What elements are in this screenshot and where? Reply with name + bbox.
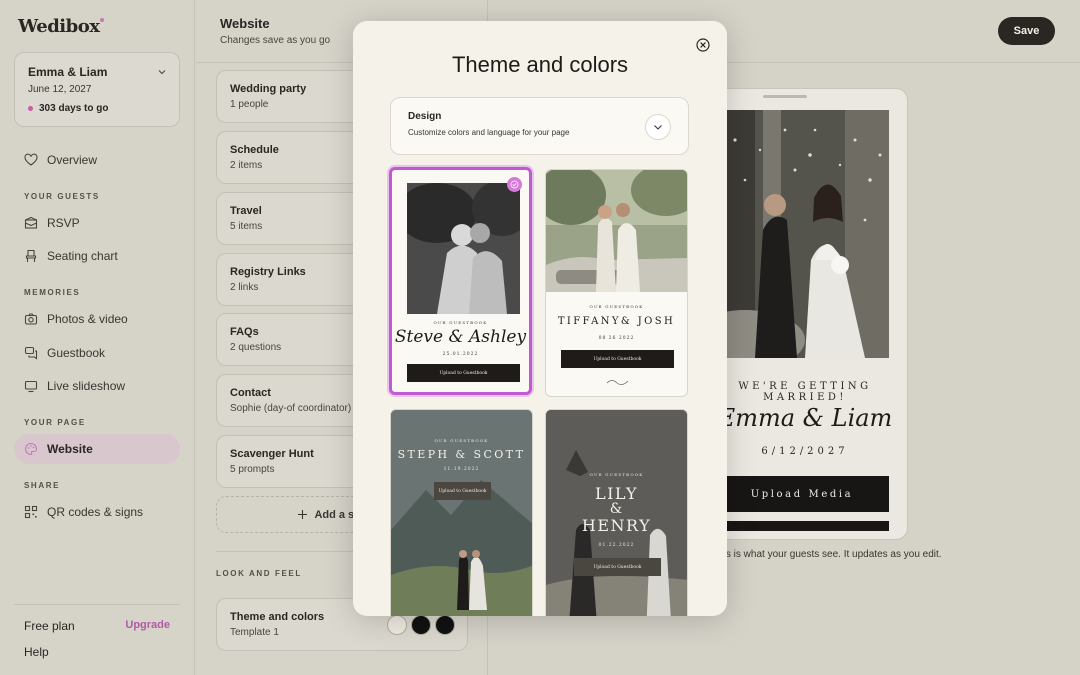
brand-logo[interactable]: Wedibox xyxy=(18,16,105,37)
sidebar: Wedibox Emma & Liam June 12, 2027 303 da… xyxy=(0,0,195,675)
sidebar-item-rsvp[interactable]: RSVP xyxy=(14,208,180,238)
palette-icon xyxy=(25,442,38,456)
template-card-2[interactable]: OUR GUESTBOOK TIFFANY& JOSH 08 26 2022 U… xyxy=(545,169,688,397)
template-photo xyxy=(407,183,520,314)
color-swatch[interactable] xyxy=(411,615,431,635)
preview-kicker: WE'RE GETTING MARRIED! xyxy=(738,381,872,403)
preview-second-button xyxy=(715,521,889,531)
theme-colors-modal: Theme and colors Design Customize colors… xyxy=(353,21,727,616)
phone-preview: WE'RE GETTING MARRIED! Emma & Liam 6/12/… xyxy=(700,88,908,540)
couple-car-image xyxy=(546,170,687,292)
page-title: Website xyxy=(220,16,270,31)
template-kicker: OUR GUESTBOOK xyxy=(434,438,489,443)
couple-bw-image xyxy=(407,183,520,314)
template-card-1[interactable]: OUR GUESTBOOK Steve & Ashley 25.01.2022 … xyxy=(389,167,532,395)
design-accordion[interactable]: Design Customize colors and language for… xyxy=(390,97,689,155)
sidebar-item-photos[interactable]: Photos & video xyxy=(14,304,180,334)
color-swatch[interactable] xyxy=(387,615,407,635)
preview-date: 6/12/2027 xyxy=(761,446,849,457)
help-link[interactable]: Help xyxy=(24,645,49,659)
status-dot-icon xyxy=(28,106,33,111)
color-swatch[interactable] xyxy=(435,615,455,635)
template-date: 11.19.2022 xyxy=(443,467,480,472)
template-names: STEPH & SCOTT xyxy=(397,448,526,461)
template-kicker: OUR GUESTBOOK xyxy=(589,472,644,477)
flourish-icon xyxy=(606,380,629,385)
sidebar-footer-divider xyxy=(14,604,180,605)
chair-icon xyxy=(25,249,37,262)
template-upload-button: Upload to Guestbook xyxy=(407,364,520,382)
upgrade-link[interactable]: Upgrade xyxy=(125,619,170,633)
logo-dot-icon xyxy=(100,18,105,22)
template-card-4[interactable]: OUR GUESTBOOK LILY & HENRY 01.22.2022 Up… xyxy=(545,409,688,616)
design-subtitle: Customize colors and language for your p… xyxy=(408,128,570,137)
event-date: June 12, 2027 xyxy=(28,84,92,95)
template-kicker: OUR GUESTBOOK xyxy=(589,304,644,309)
template-date: 08 26 2022 xyxy=(598,336,635,341)
template-date: 25.01.2022 xyxy=(442,352,479,357)
phone-notch xyxy=(763,95,807,98)
nav-section-guests: YOUR GUESTS xyxy=(24,192,100,201)
close-icon[interactable] xyxy=(696,38,710,52)
chevron-down-icon xyxy=(158,70,166,75)
sidebar-item-guestbook[interactable]: Guestbook xyxy=(14,338,180,368)
template-upload-button: Upload to Guestbook xyxy=(574,558,661,576)
template-names-ampersand: & xyxy=(609,501,624,517)
countdown: 303 days to go xyxy=(28,103,166,114)
camera-icon xyxy=(24,313,38,325)
couple-photo xyxy=(715,110,889,358)
plan-row: Free plan Upgrade xyxy=(24,619,170,633)
event-switcher[interactable]: Emma & Liam June 12, 2027 303 days to go xyxy=(14,52,180,127)
color-swatches xyxy=(387,615,455,635)
envelope-icon xyxy=(24,216,38,229)
sidebar-item-qr[interactable]: QR codes & signs xyxy=(14,497,180,527)
look-and-feel-label: LOOK AND FEEL xyxy=(216,569,302,578)
page-subtitle: Changes save as you go xyxy=(220,35,331,46)
sidebar-item-overview[interactable]: Overview xyxy=(14,145,180,175)
plus-icon xyxy=(298,510,308,519)
modal-title: Theme and colors xyxy=(451,52,629,77)
wedding-photo-image xyxy=(715,110,889,358)
expand-button[interactable] xyxy=(645,114,671,140)
chat-bubbles-icon xyxy=(24,346,38,360)
template-upload-button: Upload to Guestbook xyxy=(434,482,491,500)
nav-section-memories: MEMORIES xyxy=(24,288,81,297)
qr-code-icon xyxy=(24,505,38,519)
monitor-icon xyxy=(24,380,38,393)
plan-label: Free plan xyxy=(24,619,75,633)
preview-upload-button: Upload Media xyxy=(715,476,889,512)
template-upload-button: Upload to Guestbook xyxy=(561,350,674,368)
sidebar-item-website[interactable]: Website xyxy=(14,434,180,464)
template-names: TIFFANY& JOSH xyxy=(557,316,676,327)
heart-icon xyxy=(24,153,38,166)
preview-note: This is what your guests see. It updates… xyxy=(712,549,942,560)
sidebar-item-slideshow[interactable]: Live slideshow xyxy=(14,371,180,401)
template-names-second: HENRY xyxy=(581,516,652,535)
template-card-3[interactable]: OUR GUESTBOOK STEPH & SCOTT 11.19.2022 U… xyxy=(390,409,533,616)
save-button[interactable]: Save xyxy=(998,17,1055,45)
template-kicker: OUR GUESTBOOK xyxy=(433,320,488,325)
selected-check-icon xyxy=(507,177,522,192)
nav-section-share: SHARE xyxy=(24,481,61,490)
design-title: Design xyxy=(408,111,442,122)
template-names: Steve & Ashley xyxy=(394,327,527,347)
event-name: Emma & Liam xyxy=(28,65,108,79)
nav-section-page: YOUR PAGE xyxy=(24,418,86,427)
preview-names: Emma & Liam xyxy=(717,404,893,432)
page-header: Website Changes save as you go xyxy=(220,16,330,46)
chevron-down-icon xyxy=(654,125,662,130)
sidebar-item-seating[interactable]: Seating chart xyxy=(14,241,180,271)
template-date: 01.22.2022 xyxy=(598,543,635,548)
